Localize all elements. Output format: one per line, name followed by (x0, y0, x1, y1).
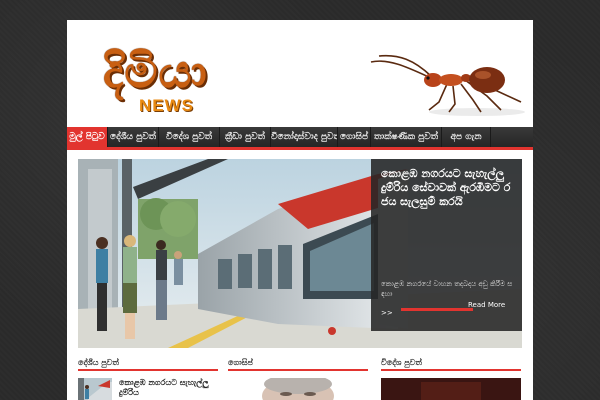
slider-excerpt: කොළඹ නගරයේ වාහන තදබදය අඩු කිරීම සඳහා (381, 280, 513, 298)
site-header: දිමියා NEWS (67, 20, 533, 127)
site-container: දිමියා NEWS මුල් පිටුව දේශීය පුවත් විදේශ… (67, 20, 533, 400)
section-divider-3 (381, 369, 521, 371)
local-news-thumbnail[interactable] (78, 378, 112, 400)
featured-slider[interactable]: කොළඹ නගරයට සැහැල්ලු දුම්රිය සේවාවක් ඇරඹී… (78, 159, 522, 348)
gossip-thumbnail[interactable] (228, 378, 368, 400)
nav-item-foreign-news[interactable]: විදේශ පුවත් (159, 127, 220, 147)
nav-item-local-news[interactable]: දේශීය පුවත් (108, 127, 159, 147)
slider-title[interactable]: කොළඹ නගරයට සැහැල්ලු දුම්රිය සේවාවක් ඇරඹී… (381, 167, 513, 209)
slider-read-more[interactable]: >> Read More (381, 299, 513, 317)
slider-arrow-icon[interactable]: >> (381, 309, 393, 317)
nav-item-gossip[interactable]: ගොසිප් (338, 127, 371, 147)
section-divider-2 (228, 369, 368, 371)
nav-item-sports-news[interactable]: ක්‍රීඩා පුවත් (220, 127, 271, 147)
local-news-item-title[interactable]: කොළඹ නගරයට සැහැල්ලු දුම්රිය (119, 378, 211, 398)
nav-item-home[interactable]: මුල් පිටුව (67, 127, 108, 147)
site-logo[interactable]: දිමියා NEWS (103, 48, 233, 118)
logo-sinhala-text: දිමියා (103, 44, 208, 98)
read-more-link[interactable]: Read More (468, 301, 505, 309)
nav-item-about-us[interactable]: අප ගැන (442, 127, 491, 147)
section-divider-1 (78, 369, 218, 371)
main-nav: මුල් පිටුව දේශීය පුවත් විදේශ පුවත් ක්‍රී… (67, 127, 533, 147)
nav-accent-line (67, 147, 533, 150)
nav-item-entertainment-news[interactable]: විනෝදාස්වාද පුවත් (271, 127, 338, 147)
read-more-bar (401, 308, 473, 311)
slider-caption[interactable]: කොළඹ නගරයට සැහැල්ලු දුම්රිය සේවාවක් ඇරඹී… (371, 159, 522, 331)
ant-icon (370, 54, 525, 116)
nav-item-tech-news[interactable]: තාක්ෂණික පුවත් (371, 127, 442, 147)
foreign-news-thumbnail[interactable] (381, 378, 521, 400)
logo-news-text: NEWS (139, 96, 194, 115)
